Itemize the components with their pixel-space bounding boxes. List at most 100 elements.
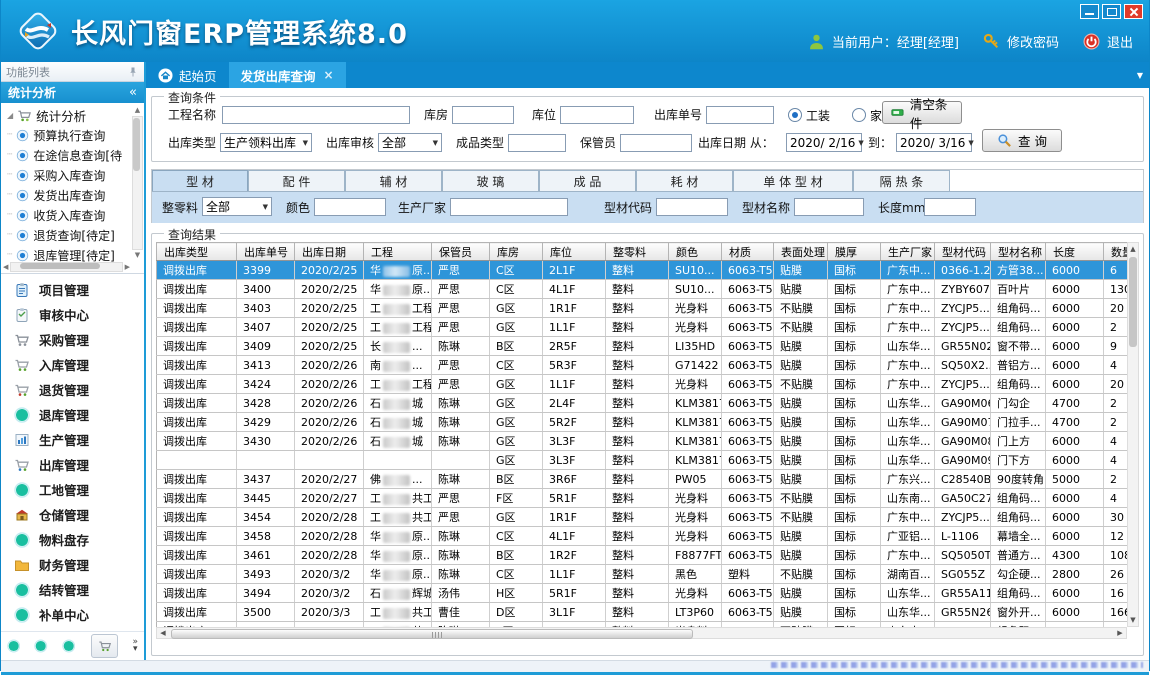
cell[interactable]: GA90M09... [935,451,991,470]
cell[interactable] [295,451,364,470]
cell[interactable]: 调拨出库 [157,603,237,622]
cell[interactable]: 调拨出库 [157,527,237,546]
cell[interactable]: 严思 [432,375,490,394]
cell[interactable]: 窗外开... [991,603,1046,622]
cell[interactable]: G71422 [669,356,722,375]
cell[interactable]: 贴膜 [774,280,828,299]
cell[interactable]: 广亚铝... [881,527,935,546]
cell[interactable]: 国标 [828,375,881,394]
cell[interactable] [157,451,237,470]
cell[interactable]: 2020/2/25 [295,299,364,318]
cell[interactable]: 门勾企 [991,394,1046,413]
sidebar-item-10[interactable]: 物料盘存 [1,527,144,552]
cell[interactable]: 国标 [828,508,881,527]
cell[interactable]: 整料 [606,261,669,280]
cell[interactable]: 不贴膜 [774,565,828,584]
cell[interactable]: 整料 [606,375,669,394]
cell[interactable]: 3399 [237,261,295,280]
cell[interactable]: 国标 [828,356,881,375]
cell[interactable]: 整料 [606,394,669,413]
cell[interactable]: 不贴膜 [774,508,828,527]
cell[interactable]: 国标 [828,451,881,470]
cell[interactable]: 6063-T5 [722,584,774,603]
cell[interactable]: 严思 [432,356,490,375]
table-row[interactable]: 调拨出库34452020/2/27工共工程严思F区5R1F整料光身料6063-T… [157,489,1140,508]
cell[interactable]: 国标 [828,470,881,489]
cell[interactable]: 2L1F [543,261,606,280]
scroll-thumb[interactable] [133,118,140,171]
cell[interactable]: 华原... [364,261,432,280]
cell[interactable]: G区 [490,508,543,527]
cell[interactable]: 调拨出库 [157,280,237,299]
minimize-button[interactable] [1080,4,1099,19]
cell[interactable]: 国标 [828,394,881,413]
cell[interactable]: 调拨出库 [157,432,237,451]
cell[interactable]: 1R1F [543,299,606,318]
profile-code-input[interactable] [656,198,728,216]
tree-expander-icon[interactable]: ◢ [7,111,13,120]
cell[interactable]: 6000 [1046,356,1104,375]
cell[interactable]: 整料 [606,527,669,546]
cell[interactable]: 3430 [237,432,295,451]
cell[interactable]: 贴膜 [774,356,828,375]
cell[interactable]: 华原... [364,565,432,584]
manufacturer-input[interactable] [450,198,568,216]
tab-list-dropdown-icon[interactable]: ▼ [1137,71,1143,80]
cell[interactable]: 广东中... [881,546,935,565]
close-button[interactable] [1124,4,1143,19]
cell[interactable]: 组角码... [991,375,1046,394]
cell[interactable]: 贴膜 [774,603,828,622]
cell[interactable]: 6063-T5 [722,413,774,432]
cell[interactable]: 工工程 [364,299,432,318]
logout-link[interactable]: 退出 [1107,32,1133,51]
cell[interactable]: 6063-T5 [722,394,774,413]
length-input[interactable] [924,198,976,216]
column-header[interactable]: 保管员 [432,243,490,261]
pin-icon[interactable] [127,66,139,78]
sidebar-item-5[interactable]: 退库管理 [1,402,144,427]
cell[interactable]: 国标 [828,299,881,318]
sidebar-item-4[interactable]: 退货管理 [1,377,144,402]
cell[interactable]: 贴膜 [774,546,828,565]
cell[interactable]: 1R2F [543,546,606,565]
cell[interactable]: 调拨出库 [157,546,237,565]
cell[interactable]: 山东华... [881,451,935,470]
cell[interactable]: 3454 [237,508,295,527]
column-header[interactable]: 颜色 [669,243,722,261]
table-row[interactable]: 调拨出库34942020/3/2石辉城汤伟H区5R1F整料光身料6063-T5贴… [157,584,1140,603]
cell[interactable]: 6063-T5 [722,375,774,394]
cell[interactable]: 6063-T5 [722,261,774,280]
cell[interactable]: 组角码... [991,318,1046,337]
cell[interactable]: 整料 [606,356,669,375]
cell[interactable]: 华原... [364,527,432,546]
cell[interactable]: 调拨出库 [157,489,237,508]
cell[interactable]: 整料 [606,280,669,299]
warehouse-input[interactable] [452,106,514,124]
cell[interactable]: 6063-T5 [722,299,774,318]
column-header[interactable]: 库房 [490,243,543,261]
quick-item-icon[interactable] [34,639,47,653]
cell[interactable]: 光身料 [669,584,722,603]
scroll-down-icon[interactable]: ▼ [1130,614,1135,626]
cell[interactable]: 调拨出库 [157,508,237,527]
cell[interactable]: G区 [490,299,543,318]
cell[interactable]: 90度转角 [991,470,1046,489]
material-tab-7[interactable]: 隔 热 条 [853,170,950,191]
cell[interactable]: 国标 [828,584,881,603]
cell[interactable]: 贴膜 [774,527,828,546]
cell[interactable]: 2020/2/25 [295,261,364,280]
column-header[interactable]: 型材名称 [991,243,1046,261]
cell[interactable]: 长... [364,337,432,356]
scroll-left-icon[interactable]: ◀ [157,629,169,637]
cell[interactable]: 陈琳 [432,432,490,451]
column-header[interactable]: 材质 [722,243,774,261]
cell[interactable]: 1R1F [543,508,606,527]
cell[interactable]: 整料 [606,299,669,318]
column-header[interactable]: 膜厚 [828,243,881,261]
cell[interactable]: 严思 [432,489,490,508]
cell[interactable]: 6063-T5 [722,527,774,546]
table-row[interactable]: 调拨出库34072020/2/25工工程严思G区1L1F整料光身料6063-T5… [157,318,1140,337]
cell[interactable]: G区 [490,432,543,451]
sidebar-item-6[interactable]: 生产管理 [1,427,144,452]
table-row[interactable]: G区3L3F整料KLM38176063-T5贴膜国标山东华...GA90M09.… [157,451,1140,470]
